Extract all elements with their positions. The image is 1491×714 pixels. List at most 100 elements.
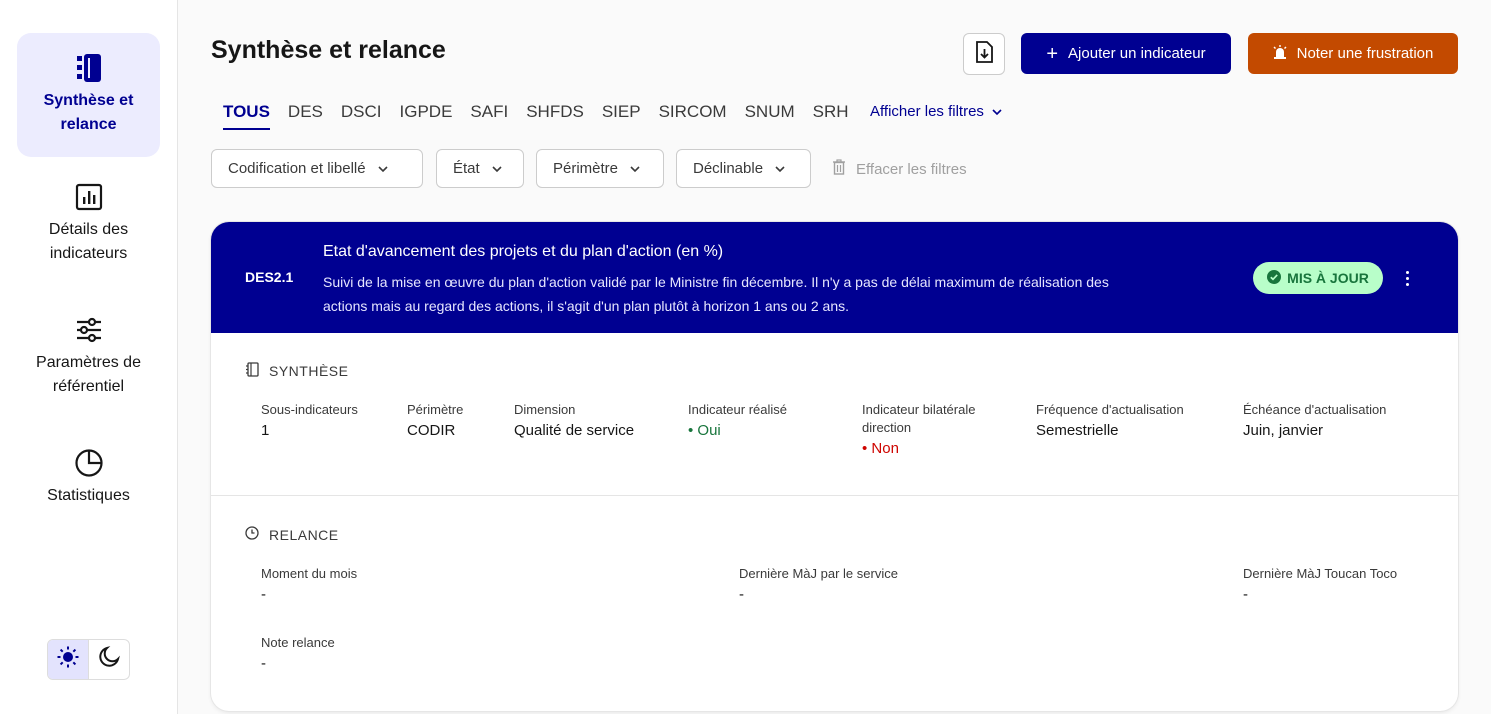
chevron-down-icon [492,160,502,177]
field-indicateur-bilaterale: Indicateur bilatérale direction • Non [862,401,1002,461]
sidebar-item-synthese[interactable]: Synthèse et relance [17,33,160,157]
sidebar-item-label: Paramètres de référentiel [36,354,141,395]
field-value: - [261,586,266,603]
tab-dsci[interactable]: DSCI [341,102,382,130]
sidebar-item-statistiques[interactable]: Statistiques [17,446,160,526]
field-moment-du-mois: Moment du mois - [261,565,357,607]
note-frustration-label: Noter une frustration [1296,45,1434,62]
field-derniere-maj-service: Dernière MàJ par le service - [739,565,898,607]
field-value: 1 [261,422,270,439]
status-badge: MIS À JOUR [1253,262,1383,294]
export-button[interactable] [963,33,1005,75]
filter-label: Codification et libellé [228,160,366,177]
filter-etat[interactable]: État [436,149,524,188]
indicator-title: Etat d'avancement des projets et du plan… [323,243,724,260]
field-value: • Non [862,440,899,457]
field-key: Dimension [514,402,576,417]
indicator-code: DES2.1 [245,269,294,285]
notebook-outline-icon [245,362,259,380]
indicator-card-header[interactable]: DES2.1 Etat d'avancement des projets et … [211,222,1458,333]
show-filters-button[interactable]: Afficher les filtres [870,103,1002,120]
section-label: SYNTHÈSE [269,363,349,379]
sidebar-item-parametres[interactable]: Paramètres de référentiel [17,313,160,423]
light-theme-button[interactable] [48,640,88,679]
field-sous-indicateurs: Sous-indicateurs 1 [261,401,358,443]
sun-icon [57,646,79,673]
download-file-icon [974,40,994,68]
field-derniere-maj-toucan: Dernière MàJ Toucan Toco - [1243,565,1397,607]
chevron-down-icon [992,103,1002,120]
tab-srh[interactable]: SRH [813,102,849,130]
clear-filters-label: Effacer les filtres [856,160,967,178]
check-circle-icon [1267,269,1282,287]
direction-tabs: TOUS DES DSCI IGPDE SAFI SHFDS SIEP SIRC… [223,102,849,130]
field-value: CODIR [407,422,456,439]
field-value: - [1243,586,1248,603]
synthese-section-title: SYNTHÈSE [245,362,348,380]
field-key: Indicateur bilatérale direction [862,402,976,435]
tab-safi[interactable]: SAFI [470,102,508,130]
field-note-relance: Note relance - [261,634,335,676]
field-value: Juin, janvier [1243,422,1324,439]
page-title: Synthèse et relance [211,36,446,64]
field-key: Périmètre [407,402,464,417]
tab-tous[interactable]: TOUS [223,102,270,130]
dark-theme-button[interactable] [88,640,129,679]
field-dimension: Dimension Qualité de service [514,401,634,443]
filter-perimetre[interactable]: Périmètre [536,149,664,188]
add-indicator-label: Ajouter un indicateur [1068,45,1206,62]
trash-icon [832,159,846,179]
field-echeance: Échéance d'actualisation Juin, janvier [1243,401,1386,443]
indicator-description: Suivi de la mise en œuvre du plan d'acti… [323,274,1109,314]
indicator-card: DES2.1 Etat d'avancement des projets et … [211,222,1458,711]
sliders-icon [17,313,160,347]
plus-icon: + [1046,42,1059,65]
tab-des[interactable]: DES [288,102,323,130]
section-divider [211,495,1458,496]
filter-declinable[interactable]: Déclinable [676,149,811,188]
tab-sircom[interactable]: SIRCOM [659,102,727,130]
field-key: Fréquence d'actualisation [1036,402,1184,417]
sidebar-item-details[interactable]: Détails des indicateurs [17,180,160,290]
field-value: - [739,586,744,603]
field-value: • Oui [688,422,721,439]
field-key: Dernière MàJ Toucan Toco [1243,566,1398,581]
chevron-down-icon [630,160,640,177]
filter-label: Déclinable [693,160,764,177]
sidebar: Synthèse et relance Détails des indicate… [0,0,178,714]
field-key: Note relance [261,635,335,650]
field-value: - [261,655,266,672]
chevron-down-icon [378,160,388,177]
relance-section-title: RELANCE [245,526,339,543]
field-perimetre: Périmètre CODIR [407,401,463,443]
tab-shfds[interactable]: SHFDS [526,102,584,130]
field-key: Indicateur réalisé [688,402,787,417]
tab-snum[interactable]: SNUM [745,102,795,130]
field-key: Moment du mois [261,566,358,581]
tab-igpde[interactable]: IGPDE [400,102,453,130]
pie-chart-icon [17,446,160,480]
note-frustration-button[interactable]: Noter une frustration [1248,33,1458,74]
field-key: Sous-indicateurs [261,402,358,417]
field-key: Échéance d'actualisation [1243,402,1387,417]
add-indicator-button[interactable]: + Ajouter un indicateur [1021,33,1231,74]
sidebar-item-label: Statistiques [47,487,130,504]
chevron-down-icon [775,160,785,177]
sidebar-item-label: Détails des indicateurs [48,221,129,262]
sidebar-item-label: Synthèse et relance [43,92,134,133]
field-indicateur-realise: Indicateur réalisé • Oui [688,401,787,443]
filter-label: Périmètre [553,160,619,177]
field-frequence: Fréquence d'actualisation Semestrielle [1036,401,1184,443]
more-options-icon[interactable] [1397,266,1417,290]
field-value: Semestrielle [1036,422,1119,439]
field-value: Qualité de service [514,422,635,439]
clear-filters-button[interactable]: Effacer les filtres [832,159,967,179]
tab-siep[interactable]: SIEP [602,102,641,130]
status-label: MIS À JOUR [1287,270,1369,286]
theme-toggle [47,639,130,680]
moon-icon [98,646,120,673]
show-filters-label: Afficher les filtres [870,103,984,120]
filter-codification[interactable]: Codification et libellé [211,149,423,188]
notebook-icon [17,51,160,85]
field-key: Dernière MàJ par le service [739,566,898,581]
